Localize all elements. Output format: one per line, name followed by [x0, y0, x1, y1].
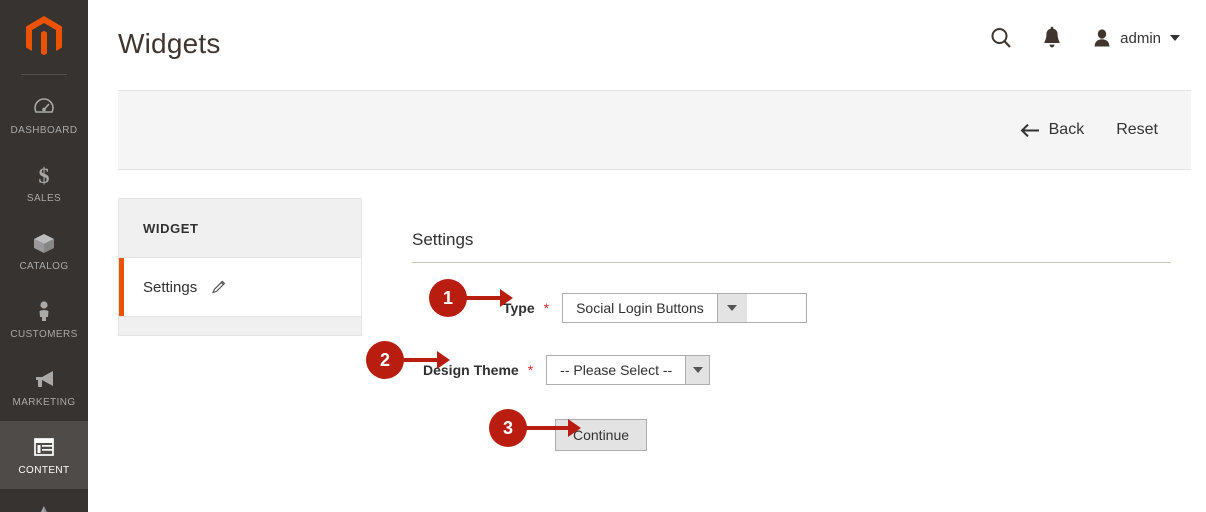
design-theme-select[interactable]: -- Please Select -- — [546, 355, 711, 385]
page-title: Widgets — [118, 28, 221, 59]
widget-tab-label: Settings — [143, 278, 198, 296]
page-actions-bar: Back Reset — [118, 90, 1191, 170]
header-tools: admin — [989, 26, 1180, 50]
design-theme-select-value: -- Please Select -- — [560, 362, 673, 378]
app-root: DASHBOARD $ SALES CATALOG CUSTOMERS MARK… — [0, 0, 1206, 512]
sidebar-item-marketing[interactable]: MARKETING — [0, 353, 88, 421]
box-icon — [34, 234, 54, 253]
sidebar-item-customers[interactable]: CUSTOMERS — [0, 285, 88, 353]
chevron-down-icon — [1170, 35, 1180, 41]
sidebar-item-label: DASHBOARD — [10, 125, 78, 136]
magento-logo[interactable] — [0, 0, 88, 74]
chevron-down-icon[interactable] — [685, 356, 710, 384]
sidebar-item-label: SALES — [26, 193, 62, 204]
widget-panel: WIDGET Settings — [118, 198, 362, 336]
type-select[interactable]: Social Login Buttons — [562, 293, 808, 323]
form-row-design-theme: Design Theme * -- Please Select -- — [423, 355, 1172, 385]
widget-panel-header: WIDGET — [118, 198, 362, 258]
widget-panel-title: WIDGET — [143, 220, 199, 236]
sidebar-divider — [21, 74, 67, 75]
search-button[interactable] — [989, 26, 1013, 50]
sidebar-item-catalog[interactable]: CATALOG — [0, 217, 88, 285]
settings-section: Settings Type * Social Login Buttons Des… — [412, 230, 1172, 451]
form-row-type: Type * Social Login Buttons — [503, 293, 1172, 323]
page-header: Widgets admin — [88, 0, 1206, 90]
back-button-label: Back — [1048, 121, 1085, 138]
reset-button[interactable]: Reset — [1116, 121, 1158, 139]
reset-button-label: Reset — [1116, 121, 1158, 138]
notifications-button[interactable] — [1041, 26, 1063, 50]
chevron-down-icon[interactable] — [716, 294, 747, 322]
gauge-icon — [34, 98, 54, 113]
annotation-number: 2 — [366, 341, 404, 379]
rocket-icon — [41, 506, 47, 512]
sidebar-item-content[interactable]: CONTENT — [0, 421, 88, 489]
sidebar-item-label: CATALOG — [19, 261, 69, 272]
svg-text:$: $ — [39, 163, 50, 188]
sidebar-item-sales[interactable]: $ SALES — [0, 149, 88, 217]
sidebar-item-dashboard[interactable]: DASHBOARD — [0, 81, 88, 149]
design-theme-required-marker: * — [527, 362, 534, 378]
user-avatar-icon — [1094, 29, 1110, 47]
arrow-left-icon — [1020, 123, 1039, 137]
sidebar-item-label: MARKETING — [12, 397, 76, 408]
type-field-label: Type — [503, 300, 535, 316]
widget-tab-settings[interactable]: Settings — [118, 258, 362, 316]
form-row-continue: Continue — [555, 419, 1172, 451]
sidebar-item-plumrocket[interactable]: PLUMROCKET — [0, 489, 88, 512]
admin-user-name: admin — [1120, 29, 1161, 47]
dollar-icon: $ — [39, 163, 50, 188]
settings-divider — [412, 262, 1171, 263]
widget-panel-footer — [118, 316, 362, 336]
pencil-icon — [212, 280, 226, 294]
admin-user-menu[interactable]: admin — [1091, 27, 1180, 49]
layout-icon — [34, 438, 54, 456]
bell-icon — [1044, 26, 1060, 48]
search-icon — [991, 28, 1011, 48]
back-button[interactable]: Back — [1020, 121, 1085, 139]
person-icon — [39, 301, 49, 321]
sidebar-item-label: CUSTOMERS — [10, 329, 78, 340]
settings-title: Settings — [412, 230, 474, 249]
type-required-marker: * — [543, 300, 550, 316]
type-select-value: Social Login Buttons — [576, 300, 704, 316]
sidebar-item-label: CONTENT — [18, 465, 70, 476]
design-theme-field-label: Design Theme — [423, 362, 519, 378]
magento-logo-icon — [26, 16, 62, 56]
admin-sidebar: DASHBOARD $ SALES CATALOG CUSTOMERS MARK… — [0, 0, 88, 512]
megaphone-icon — [36, 371, 53, 387]
continue-button[interactable]: Continue — [555, 419, 648, 451]
